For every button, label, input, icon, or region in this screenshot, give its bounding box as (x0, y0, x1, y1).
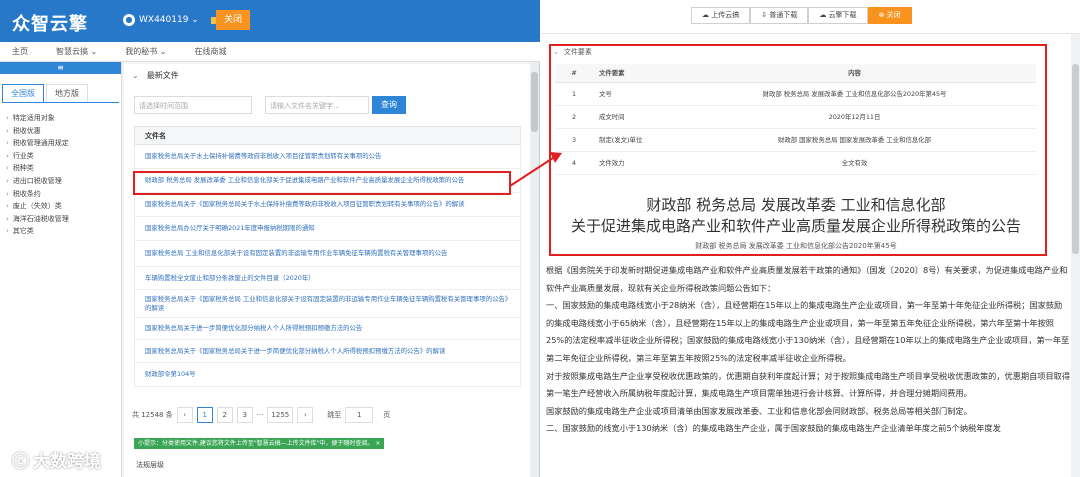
page-button[interactable]: 1255 (267, 407, 294, 423)
tree-item[interactable]: 税收条约 (0, 189, 121, 202)
table-row[interactable]: 国家税务总局关于《国家税务总局关于进一步简便优化部分纳税人个人所得税预扣预缴方法… (134, 340, 521, 363)
tree-item[interactable]: 行业类 (0, 151, 121, 164)
page-button[interactable]: 3 (236, 407, 253, 423)
tip-banner[interactable]: 小提示：分类使用文件,建议您将文件上传至"智慧云搞—上传文件库"中，便于随时查阅… (134, 438, 385, 449)
paragraph: 对于按照集成电路生产企业享受税收优惠政策的，优惠期自获利年度起计算；对于按照集成… (546, 370, 1071, 399)
scroll-thumb[interactable] (1072, 64, 1079, 254)
query-button[interactable]: 查询 (372, 96, 406, 114)
app-logo: 众智云擎 (12, 14, 88, 35)
jump-label: 跳至 (327, 411, 342, 419)
cloud-download-button[interactable]: ☁ 云擎下载 (808, 7, 868, 24)
red-arrow (509, 152, 562, 187)
top-bar: 众智云擎 ● WX440119 ⌄ 关闭 (0, 0, 540, 42)
main-nav: 主页 智慧云搞 ⌄ 我的秘书 ⌄ 在线商城 (0, 42, 540, 62)
tree-item[interactable]: 特定适用对象 (0, 113, 121, 126)
total-count: 共 12548 条 (132, 411, 173, 419)
sidebar: ≡ 全国版 地方版 特定适用对象 税收优惠 税收管理通用规定 行业类 税种类 进… (0, 62, 122, 477)
close-button[interactable]: 关闭 (216, 10, 250, 30)
paragraph: 二、国家鼓励的线宽小于130纳米（含）的集成电路生产企业，属于国家鼓励的集成电路… (546, 423, 1001, 434)
section-title[interactable]: 最新文件 (132, 70, 179, 81)
nav-online-mall[interactable]: 在线商城 (195, 46, 227, 57)
tree-item[interactable]: 税收管理通用规定 (0, 138, 121, 151)
paragraph: 一、国家鼓励的集成电路线宽小于28纳米（含），且经营期在15年以上的集成电路生产… (546, 300, 1070, 363)
tree-item[interactable]: 税种类 (0, 163, 121, 176)
tree-item[interactable]: 其它类 (0, 226, 121, 239)
date-range-input[interactable]: 请选择时间范围 (134, 96, 252, 114)
left-pane: 众智云擎 ● WX440119 ⌄ 关闭 主页 智慧云搞 ⌄ 我的秘书 ⌄ 在线… (0, 0, 540, 477)
divider (541, 33, 1080, 34)
tree-item[interactable]: 海洋石油税收管理 (0, 214, 121, 227)
table-row[interactable]: 国家税务总局关于《国家税务总局 工业和信息化部关于设有固定装置的非运输专用作业车… (134, 290, 521, 318)
cloud-upload-icon: ☁ (702, 11, 712, 19)
screenshot: 众智云擎 ● WX440119 ⌄ 关闭 主页 智慧云搞 ⌄ 我的秘书 ⌄ 在线… (0, 0, 1080, 477)
account-menu[interactable]: ● WX440119 ⌄ (123, 14, 217, 26)
nav-home[interactable]: 主页 (12, 46, 28, 57)
next-page-button[interactable]: › (297, 407, 314, 423)
pagination: 共 12548 条 ‹ 1 2 3 ··· 1255 › 跳至 1 页 (132, 407, 390, 423)
tree-item[interactable]: 税收优惠 (0, 126, 121, 139)
latest-files-panel: 最新文件 请选择时间范围 请输入文件名关键字... 查询 文件名 国家税务总局关… (124, 64, 530, 477)
document-toolbar: ☁ 上传云搞 ⇩ 普通下载 ☁ 云擎下载 ⊗ 关闭 (691, 7, 912, 24)
left-scrollbar[interactable] (530, 62, 539, 477)
document-body: 根据《国务院关于印发新时期促进集成电路产业和软件产业高质量发展若干政策的通知》（… (546, 262, 1070, 438)
table-row[interactable]: 国家税务总局办公厅关于明确2021年度申报纳税期限的通知 (134, 217, 521, 241)
table-row[interactable]: 国家税务总局关于《国家税务总局关于水土保持补偿费等政府非税收入项目征管职责划转有… (134, 193, 521, 217)
paragraph: 根据《国务院关于印发新时期促进集成电路产业和软件产业高质量发展若干政策的通知》（… (546, 265, 1068, 293)
sidebar-tree: 特定适用对象 税收优惠 税收管理通用规定 行业类 税种类 进出口税收管理 税收条… (0, 113, 121, 239)
page-ellipsis[interactable]: ··· (257, 411, 264, 419)
cloud-download-icon: ☁ (819, 11, 829, 19)
close-doc-button[interactable]: ⊗ 关闭 (867, 7, 912, 24)
upload-cloud-button[interactable]: ☁ 上传云搞 (691, 7, 751, 24)
sidebar-toggle[interactable]: ≡ (0, 62, 121, 74)
regulation-level-label: 法规层级 (136, 461, 164, 469)
normal-download-button[interactable]: ⇩ 普通下载 (750, 7, 809, 24)
right-pane: ☁ 上传云搞 ⇩ 普通下载 ☁ 云擎下载 ⊗ 关闭 文件要素 # 文件要素 内容… (541, 0, 1080, 477)
highlight-box (133, 171, 511, 195)
page-unit: 页 (383, 411, 391, 419)
prev-page-button[interactable]: ‹ (176, 407, 193, 423)
table-row[interactable]: 国家税务总局关于进一步简便优化部分纳税人个人所得税预扣预缴方法的公告 (134, 318, 521, 340)
close-icon: ⊗ (878, 11, 887, 19)
tree-item[interactable]: 废止（失效）类 (0, 201, 121, 214)
table-header: 文件名 (134, 126, 521, 145)
files-table: 文件名 国家税务总局关于水土保持补偿费等政府非税收入项目征管职责划转有关事项的公… (134, 126, 521, 387)
nav-my-secretary[interactable]: 我的秘书 ⌄ (125, 46, 166, 57)
table-row[interactable]: 财政部令第104号 (134, 363, 521, 387)
jump-input[interactable]: 1 (345, 407, 374, 423)
table-row[interactable]: 车辆购置税全文废止和部分条款废止的文件目录（2020年） (134, 267, 521, 290)
scroll-thumb[interactable] (531, 72, 538, 132)
user-icon: ● (123, 14, 135, 26)
keyword-input[interactable]: 请输入文件名关键字... (265, 96, 369, 114)
tab-national[interactable]: 全国版 (2, 84, 44, 102)
account-name: WX440119 ⌄ (139, 15, 199, 25)
nav-smart-cloud[interactable]: 智慧云搞 ⌄ (56, 46, 97, 57)
table-row[interactable]: 国家税务总局关于水土保持补偿费等政府非税收入项目征管职责划转有关事项的公告 (134, 145, 521, 169)
right-scrollbar[interactable] (1071, 34, 1080, 477)
page-button[interactable]: 2 (216, 407, 233, 423)
table-row[interactable]: 国家税务总局 工业和信息化部关于设有固定装置的非运输专用作业车辆免征车辆购置税有… (134, 241, 521, 267)
watermark-logo-icon: ⓒ (12, 452, 29, 472)
tab-local[interactable]: 地方版 (46, 84, 88, 102)
page-button[interactable]: 1 (196, 407, 213, 423)
watermark: ⓒ 大数跨境 (12, 447, 101, 472)
paragraph: 国家鼓励的集成电路生产企业或项目清单由国家发展改革委、工业和信息化部会同财政部、… (546, 405, 972, 416)
sidebar-tabs: 全国版 地方版 (2, 84, 119, 103)
tree-item[interactable]: 进出口税收管理 (0, 176, 121, 189)
highlight-box (549, 44, 1047, 256)
